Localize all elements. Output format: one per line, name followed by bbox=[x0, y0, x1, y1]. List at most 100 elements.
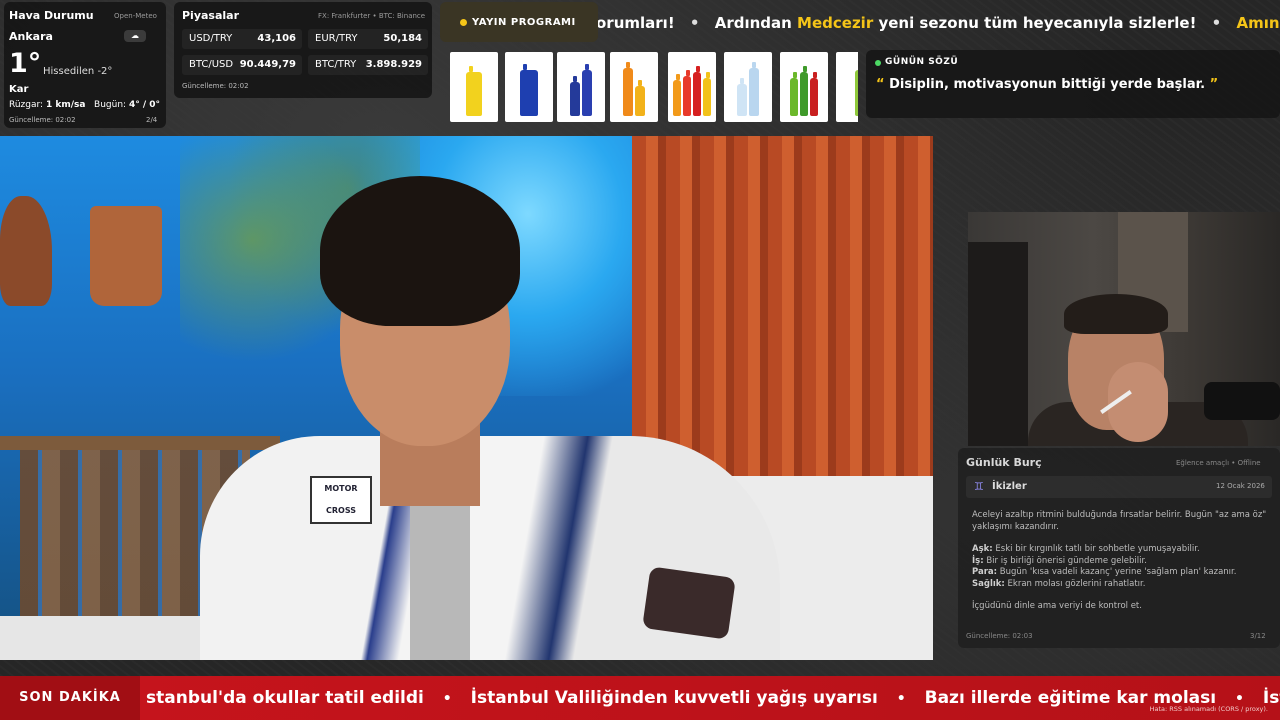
bottle-shape bbox=[693, 66, 701, 116]
quote-close-mark: ” bbox=[1209, 77, 1219, 92]
horoscope-sign: İkizler bbox=[992, 481, 1027, 492]
horoscope-details: Aşk: Eski bir kırgınlık tatlı bir sohbet… bbox=[972, 544, 1272, 590]
quote-open-mark: “ bbox=[876, 77, 885, 92]
today-label: Bugün: bbox=[94, 100, 127, 110]
product-image bbox=[836, 52, 858, 122]
horoscope-advice: İçgüdünü dinle ama veriyi de kontrol et. bbox=[972, 601, 1142, 611]
market-value: 90.449,79 bbox=[239, 59, 296, 70]
quote-text-line: “ Disiplin, motivasyonun bittiği yerde b… bbox=[876, 77, 1218, 92]
bottle-shape bbox=[703, 72, 711, 116]
market-row: USD/TRY 43,106 bbox=[182, 29, 302, 49]
horoscope-love-text: Eski bir kırgınlık tatlı bir sohbetle yu… bbox=[995, 544, 1200, 554]
ticker-prefix: orumları! bbox=[596, 14, 675, 32]
top-ticker: orumları! • Ardından Medcezir yeni sezon… bbox=[596, 8, 1280, 38]
main-video-feed: MOTOR CROSS bbox=[0, 136, 933, 660]
quote-widget: GÜNÜN SÖZÜ “ Disiplin, motivasyonun bitt… bbox=[866, 50, 1280, 118]
webcam-feed bbox=[968, 212, 1280, 446]
horoscope-work-text: Bir iş birliği önerisi gündeme gelebilir… bbox=[986, 555, 1147, 566]
breaking-news-bar: SON DAKİKA stanbul'da okullar tatil edil… bbox=[0, 676, 1280, 720]
ticker-separator-dot: • bbox=[896, 691, 906, 707]
bottle-shape bbox=[582, 64, 592, 116]
market-row: EUR/TRY 50,184 bbox=[308, 29, 428, 49]
bottle-shape bbox=[790, 72, 798, 116]
product-image bbox=[450, 52, 498, 122]
video-plant-pot bbox=[90, 206, 162, 306]
markets-title: Piyasalar bbox=[182, 9, 240, 22]
product-image bbox=[505, 52, 553, 122]
weather-updated: Güncelleme: 02:02 bbox=[9, 116, 76, 124]
ticker-highlight-1: Medcezir bbox=[797, 14, 874, 32]
horoscope-updated: Güncelleme: 02:03 bbox=[966, 632, 1033, 640]
product-image bbox=[557, 52, 605, 122]
quote-text: Disiplin, motivasyonun bittiği yerde baş… bbox=[889, 77, 1206, 92]
ticker-separator-dot: • bbox=[442, 691, 452, 707]
bottle-shape bbox=[570, 76, 580, 116]
weather-temperature: 1° bbox=[9, 48, 42, 79]
ticker-segment-1-after: yeni sezonu tüm heyecanıyla sizlerle! bbox=[873, 14, 1197, 32]
ticker-separator-dot: • bbox=[1235, 691, 1244, 707]
horoscope-health-text: Ekran molası gözlerini rahatlatır. bbox=[1007, 578, 1146, 589]
wind-label: Rüzgar: bbox=[9, 100, 44, 110]
quote-title: GÜNÜN SÖZÜ bbox=[885, 57, 959, 67]
bottle-shape bbox=[855, 70, 858, 116]
horoscope-date: 12 Ocak 2026 bbox=[1216, 482, 1265, 490]
markets-widget: Piyasalar FX: Frankfurter • BTC: Binance… bbox=[174, 2, 432, 98]
horoscope-meta: Eğlence amaçlı • Offline bbox=[1176, 459, 1261, 467]
video-person-hair bbox=[320, 176, 520, 326]
bottle-shape bbox=[800, 66, 808, 116]
cloud-snow-icon: ☁ bbox=[124, 30, 146, 42]
markets-updated: Güncelleme: 02:02 bbox=[182, 82, 249, 90]
horoscope-title: Günlük Burç bbox=[966, 456, 1042, 469]
webcam-doorway bbox=[968, 242, 1028, 446]
ticker-highlight-2: Amınoğlu bbox=[1236, 14, 1280, 32]
product-image bbox=[610, 52, 658, 122]
horoscope-money-text: Bugün 'kısa vadeli kazanç' yerine 'sağla… bbox=[999, 567, 1237, 577]
live-dot-icon bbox=[460, 19, 467, 26]
weather-title: Hava Durumu bbox=[9, 9, 94, 22]
horoscope-work: İş: Bir iş birliği önerisi gündeme geleb… bbox=[972, 556, 1272, 568]
schedule-button[interactable]: YAYIN PROGRAMI bbox=[440, 2, 598, 42]
horoscope-widget: Günlük Burç Eğlence amaçlı • Offline ♊ İ… bbox=[958, 448, 1280, 648]
status-dot-icon bbox=[875, 60, 881, 66]
bottle-shape bbox=[737, 78, 747, 116]
market-value: 50,184 bbox=[383, 33, 422, 44]
webcam-person-hair bbox=[1064, 294, 1168, 334]
market-row: BTC/TRY 3.898.929 bbox=[308, 55, 428, 75]
breaking-news-ticker: stanbul'da okullar tatil edildi • İstanb… bbox=[146, 676, 1280, 720]
video-vase bbox=[0, 196, 52, 306]
bottle-shape bbox=[683, 70, 691, 116]
bottle-shape bbox=[749, 62, 759, 116]
bottle-shape bbox=[623, 62, 633, 116]
market-symbol: BTC/TRY bbox=[315, 59, 357, 70]
weather-source: Open-Meteo bbox=[114, 12, 157, 20]
gemini-icon: ♊ bbox=[974, 480, 984, 493]
weather-feels-like: Hissedilen -2° bbox=[43, 66, 113, 77]
horoscope-money-label: Para: bbox=[972, 567, 998, 577]
weather-page-indicator: 2/4 bbox=[146, 116, 158, 124]
schedule-label: YAYIN PROGRAMI bbox=[472, 16, 576, 28]
ticker-segment-1-before: Ardından bbox=[714, 14, 798, 32]
ticker-separator-dot: • bbox=[1211, 14, 1222, 32]
market-symbol: BTC/USD bbox=[189, 59, 234, 70]
horoscope-health-label: Sağlık: bbox=[972, 578, 1005, 589]
weather-city: Ankara bbox=[9, 30, 53, 43]
horoscope-sign-bar: ♊ İkizler 12 Ocak 2026 bbox=[966, 476, 1272, 498]
product-image bbox=[724, 52, 772, 122]
horoscope-body: Aceleyi azaltıp ritmini bulduğunda fırsa… bbox=[972, 510, 1272, 624]
product-strip bbox=[450, 52, 858, 122]
bottle-shape bbox=[635, 80, 645, 116]
horoscope-love-label: Aşk: bbox=[972, 544, 993, 554]
jacket-sleeve-patch bbox=[642, 566, 736, 640]
can-shape bbox=[520, 64, 538, 116]
product-image bbox=[668, 52, 716, 122]
market-symbol: USD/TRY bbox=[189, 33, 233, 44]
market-value: 3.898.929 bbox=[365, 59, 422, 70]
video-person-shirt bbox=[410, 496, 470, 660]
market-row: BTC/USD 90.449,79 bbox=[182, 55, 302, 75]
webcam-microphone bbox=[1204, 382, 1280, 420]
bottle-shape bbox=[466, 66, 482, 116]
horoscope-intro: Aceleyi azaltıp ritmini bulduğunda fırsa… bbox=[972, 510, 1267, 532]
horoscope-health: Sağlık: Ekran molası gözlerini rahatlatı… bbox=[972, 579, 1272, 591]
ticker-separator-dot: • bbox=[689, 14, 700, 32]
jacket-patch: MOTOR CROSS bbox=[310, 476, 372, 524]
